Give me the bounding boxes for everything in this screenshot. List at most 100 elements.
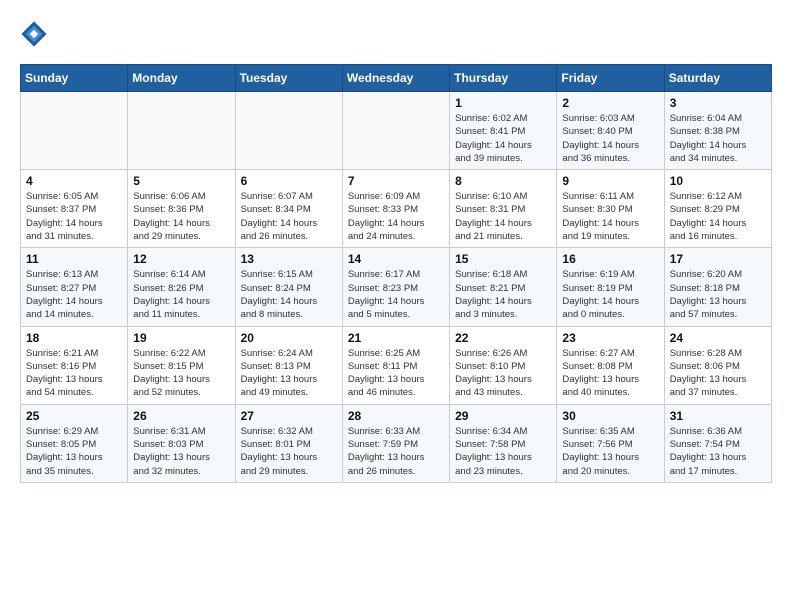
calendar-cell: 18 Sunrise: 6:21 AM Sunset: 8:16 PM Dayli… — [21, 326, 128, 404]
day-detail: Sunrise: 6:32 AM Sunset: 8:01 PM Dayligh… — [241, 425, 337, 478]
day-detail: Sunrise: 6:05 AM Sunset: 8:37 PM Dayligh… — [26, 190, 122, 243]
day-detail: Sunrise: 6:19 AM Sunset: 8:19 PM Dayligh… — [562, 268, 658, 321]
day-header-saturday: Saturday — [664, 65, 771, 92]
calendar-cell: 3Sunrise: 6:04 AM Sunset: 8:38 PM Daylig… — [664, 92, 771, 170]
day-detail: Sunrise: 6:27 AM Sunset: 8:08 PM Dayligh… — [562, 347, 658, 400]
day-detail: Sunrise: 6:15 AM Sunset: 8:24 PM Dayligh… — [241, 268, 337, 321]
day-number: 4 — [26, 174, 122, 188]
day-detail: Sunrise: 6:29 AM Sunset: 8:05 PM Dayligh… — [26, 425, 122, 478]
day-number: 15 — [455, 252, 551, 266]
day-detail: Sunrise: 6:18 AM Sunset: 8:21 PM Dayligh… — [455, 268, 551, 321]
day-number: 8 — [455, 174, 551, 188]
calendar-cell: 17 Sunrise: 6:20 AM Sunset: 8:18 PM Dayli… — [664, 248, 771, 326]
day-detail: Sunrise: 6:28 AM Sunset: 8:06 PM Dayligh… — [670, 347, 766, 400]
day-header-friday: Friday — [557, 65, 664, 92]
day-number: 13 — [241, 252, 337, 266]
calendar-cell: 19Sunrise: 6:22 AM Sunset: 8:15 PM Dayli… — [128, 326, 235, 404]
calendar-cell: 4 Sunrise: 6:05 AM Sunset: 8:37 PM Daylig… — [21, 170, 128, 248]
day-detail: Sunrise: 6:06 AM Sunset: 8:36 PM Dayligh… — [133, 190, 229, 243]
day-header-sunday: Sunday — [21, 65, 128, 92]
day-detail: Sunrise: 6:20 AM Sunset: 8:18 PM Dayligh… — [670, 268, 766, 321]
calendar-cell: 5 Sunrise: 6:06 AM Sunset: 8:36 PM Daylig… — [128, 170, 235, 248]
calendar-cell: 27 Sunrise: 6:32 AM Sunset: 8:01 PM Dayli… — [235, 404, 342, 482]
day-number: 21 — [348, 331, 444, 345]
day-number: 7 — [348, 174, 444, 188]
day-number: 28 — [348, 409, 444, 423]
day-detail: Sunrise: 6:02 AM Sunset: 8:41 PM Dayligh… — [455, 112, 551, 165]
day-number: 9 — [562, 174, 658, 188]
calendar-table: SundayMondayTuesdayWednesdayThursdayFrid… — [20, 64, 772, 483]
calendar-cell: 6 Sunrise: 6:07 AM Sunset: 8:34 PM Daylig… — [235, 170, 342, 248]
day-header-tuesday: Tuesday — [235, 65, 342, 92]
calendar-week-1: 1 Sunrise: 6:02 AM Sunset: 8:41 PM Daylig… — [21, 92, 772, 170]
calendar-cell: 7 Sunrise: 6:09 AM Sunset: 8:33 PM Daylig… — [342, 170, 449, 248]
day-number: 14 — [348, 252, 444, 266]
day-number: 17 — [670, 252, 766, 266]
day-number: 25 — [26, 409, 122, 423]
day-detail: Sunrise: 6:36 AM Sunset: 7:54 PM Dayligh… — [670, 425, 766, 478]
day-number: 1 — [455, 96, 551, 110]
calendar-cell: 2Sunrise: 6:03 AM Sunset: 8:40 PM Daylig… — [557, 92, 664, 170]
logo — [20, 20, 52, 48]
calendar-week-2: 4 Sunrise: 6:05 AM Sunset: 8:37 PM Daylig… — [21, 170, 772, 248]
day-header-thursday: Thursday — [450, 65, 557, 92]
day-number: 12 — [133, 252, 229, 266]
calendar-cell: 21 Sunrise: 6:25 AM Sunset: 8:11 PM Dayli… — [342, 326, 449, 404]
page-header — [20, 20, 772, 48]
calendar-cell — [128, 92, 235, 170]
day-number: 26 — [133, 409, 229, 423]
day-number: 31 — [670, 409, 766, 423]
calendar-cell — [21, 92, 128, 170]
calendar-header-row: SundayMondayTuesdayWednesdayThursdayFrid… — [21, 65, 772, 92]
day-detail: Sunrise: 6:31 AM Sunset: 8:03 PM Dayligh… — [133, 425, 229, 478]
day-detail: Sunrise: 6:13 AM Sunset: 8:27 PM Dayligh… — [26, 268, 122, 321]
day-number: 29 — [455, 409, 551, 423]
calendar-cell: 9Sunrise: 6:11 AM Sunset: 8:30 PM Daylig… — [557, 170, 664, 248]
calendar-cell: 23Sunrise: 6:27 AM Sunset: 8:08 PM Dayli… — [557, 326, 664, 404]
calendar-cell: 25 Sunrise: 6:29 AM Sunset: 8:05 PM Dayli… — [21, 404, 128, 482]
day-number: 27 — [241, 409, 337, 423]
calendar-cell — [342, 92, 449, 170]
calendar-cell: 15 Sunrise: 6:18 AM Sunset: 8:21 PM Dayli… — [450, 248, 557, 326]
day-number: 22 — [455, 331, 551, 345]
day-header-wednesday: Wednesday — [342, 65, 449, 92]
calendar-week-5: 25 Sunrise: 6:29 AM Sunset: 8:05 PM Dayli… — [21, 404, 772, 482]
day-number: 2 — [562, 96, 658, 110]
calendar-cell: 11 Sunrise: 6:13 AM Sunset: 8:27 PM Dayli… — [21, 248, 128, 326]
day-detail: Sunrise: 6:26 AM Sunset: 8:10 PM Dayligh… — [455, 347, 551, 400]
day-number: 24 — [670, 331, 766, 345]
calendar-cell: 28 Sunrise: 6:33 AM Sunset: 7:59 PM Dayli… — [342, 404, 449, 482]
day-number: 16 — [562, 252, 658, 266]
calendar-cell: 10Sunrise: 6:12 AM Sunset: 8:29 PM Dayli… — [664, 170, 771, 248]
day-detail: Sunrise: 6:09 AM Sunset: 8:33 PM Dayligh… — [348, 190, 444, 243]
day-number: 5 — [133, 174, 229, 188]
day-number: 11 — [26, 252, 122, 266]
day-number: 19 — [133, 331, 229, 345]
day-detail: Sunrise: 6:10 AM Sunset: 8:31 PM Dayligh… — [455, 190, 551, 243]
calendar-week-4: 18 Sunrise: 6:21 AM Sunset: 8:16 PM Dayli… — [21, 326, 772, 404]
day-detail: Sunrise: 6:04 AM Sunset: 8:38 PM Dayligh… — [670, 112, 766, 165]
calendar-cell: 14Sunrise: 6:17 AM Sunset: 8:23 PM Dayli… — [342, 248, 449, 326]
calendar-cell: 8 Sunrise: 6:10 AM Sunset: 8:31 PM Daylig… — [450, 170, 557, 248]
day-number: 30 — [562, 409, 658, 423]
day-detail: Sunrise: 6:33 AM Sunset: 7:59 PM Dayligh… — [348, 425, 444, 478]
calendar-week-3: 11 Sunrise: 6:13 AM Sunset: 8:27 PM Dayli… — [21, 248, 772, 326]
calendar-cell: 13 Sunrise: 6:15 AM Sunset: 8:24 PM Dayli… — [235, 248, 342, 326]
day-detail: Sunrise: 6:24 AM Sunset: 8:13 PM Dayligh… — [241, 347, 337, 400]
day-number: 18 — [26, 331, 122, 345]
calendar-cell: 12Sunrise: 6:14 AM Sunset: 8:26 PM Dayli… — [128, 248, 235, 326]
calendar-cell: 30 Sunrise: 6:35 AM Sunset: 7:56 PM Dayli… — [557, 404, 664, 482]
day-detail: Sunrise: 6:21 AM Sunset: 8:16 PM Dayligh… — [26, 347, 122, 400]
day-detail: Sunrise: 6:25 AM Sunset: 8:11 PM Dayligh… — [348, 347, 444, 400]
calendar-cell: 22 Sunrise: 6:26 AM Sunset: 8:10 PM Dayli… — [450, 326, 557, 404]
calendar-cell: 31 Sunrise: 6:36 AM Sunset: 7:54 PM Dayli… — [664, 404, 771, 482]
day-detail: Sunrise: 6:35 AM Sunset: 7:56 PM Dayligh… — [562, 425, 658, 478]
day-detail: Sunrise: 6:07 AM Sunset: 8:34 PM Dayligh… — [241, 190, 337, 243]
day-header-monday: Monday — [128, 65, 235, 92]
day-detail: Sunrise: 6:12 AM Sunset: 8:29 PM Dayligh… — [670, 190, 766, 243]
calendar-cell: 16 Sunrise: 6:19 AM Sunset: 8:19 PM Dayli… — [557, 248, 664, 326]
day-number: 6 — [241, 174, 337, 188]
calendar-cell: 26 Sunrise: 6:31 AM Sunset: 8:03 PM Dayli… — [128, 404, 235, 482]
calendar-cell: 1 Sunrise: 6:02 AM Sunset: 8:41 PM Daylig… — [450, 92, 557, 170]
calendar-cell — [235, 92, 342, 170]
